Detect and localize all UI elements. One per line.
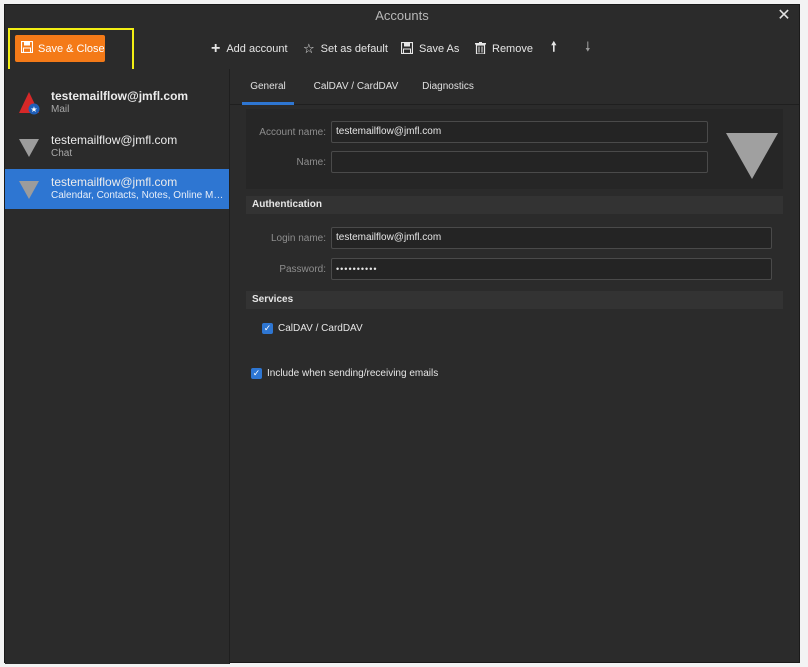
svg-text:★: ★ bbox=[30, 105, 37, 114]
tab-caldav-carddav[interactable]: CalDAV / CardDAV bbox=[306, 69, 406, 104]
move-down-button[interactable]: 🠗 bbox=[585, 39, 591, 59]
plus-icon: + bbox=[211, 40, 221, 57]
save-as-label: Save As bbox=[419, 43, 460, 55]
accounts-window: Accounts ✕ Save & Close + Add account ☆ … bbox=[4, 4, 800, 664]
account-name-field[interactable]: testemailflow@jmfl.com bbox=[331, 121, 708, 143]
save-close-button[interactable]: Save & Close bbox=[15, 35, 105, 62]
include-sending-row[interactable]: ✓ Include when sending/receiving emails bbox=[251, 368, 438, 379]
tab-diagnostics[interactable]: Diagnostics bbox=[418, 69, 478, 104]
remove-button[interactable]: Remove bbox=[475, 39, 533, 59]
trash-icon bbox=[475, 41, 486, 57]
account-name-label: Account name: bbox=[259, 127, 326, 138]
password-field[interactable]: •••••••••• bbox=[331, 258, 772, 280]
tab-bar: General CalDAV / CardDAV Diagnostics bbox=[230, 69, 799, 105]
set-default-label: Set as default bbox=[320, 43, 388, 55]
save-icon bbox=[400, 41, 414, 57]
account-item-mail[interactable]: ★ testemailflow@jmfl.com Mail bbox=[5, 83, 229, 123]
account-list: ★ testemailflow@jmfl.com Mail testemailf… bbox=[5, 69, 230, 664]
caldav-checkbox[interactable]: ✓ bbox=[262, 323, 273, 334]
add-account-label: Add account bbox=[226, 43, 288, 55]
name-field[interactable] bbox=[331, 151, 708, 173]
account-item-calendar[interactable]: testemailflow@jmfl.com Calendar, Contact… bbox=[5, 169, 229, 209]
include-sending-label: Include when sending/receiving emails bbox=[267, 368, 439, 379]
account-avatar-icon[interactable] bbox=[726, 133, 778, 181]
chat-account-icon bbox=[19, 139, 39, 157]
caldav-checkbox-label: CalDAV / CardDAV bbox=[278, 323, 363, 334]
window-title: Accounts bbox=[375, 8, 429, 23]
save-icon bbox=[20, 40, 34, 56]
remove-label: Remove bbox=[492, 43, 533, 55]
account-email: testemailflow@jmfl.com bbox=[51, 175, 178, 189]
save-as-button[interactable]: Save As bbox=[400, 39, 460, 59]
add-account-button[interactable]: + Add account bbox=[211, 39, 288, 59]
account-details: General CalDAV / CardDAV Diagnostics Acc… bbox=[230, 69, 799, 664]
account-email: testemailflow@jmfl.com bbox=[51, 89, 189, 103]
caldav-checkbox-row[interactable]: ✓ CalDAV / CardDAV bbox=[262, 323, 363, 334]
save-close-label: Save & Close bbox=[38, 42, 105, 55]
login-name-field[interactable]: testemailflow@jmfl.com bbox=[331, 227, 772, 249]
account-type: Chat bbox=[51, 148, 73, 159]
set-default-button[interactable]: ☆ Set as default bbox=[303, 39, 388, 59]
include-sending-checkbox[interactable]: ✓ bbox=[251, 368, 262, 379]
close-icon[interactable]: ✕ bbox=[775, 5, 793, 27]
tab-general[interactable]: General bbox=[242, 69, 294, 105]
move-up-button[interactable]: 🠕 bbox=[551, 39, 557, 59]
arrow-up-icon: 🠕 bbox=[551, 39, 557, 54]
authentication-header: Authentication bbox=[246, 196, 783, 214]
title-bar: Accounts bbox=[5, 5, 799, 27]
star-icon: ☆ bbox=[303, 41, 315, 56]
arrow-down-icon: 🠗 bbox=[585, 39, 591, 54]
services-header: Services bbox=[246, 291, 783, 309]
account-item-chat[interactable]: testemailflow@jmfl.com Chat bbox=[5, 127, 229, 167]
name-label: Name: bbox=[296, 157, 326, 168]
calendar-account-icon bbox=[19, 181, 39, 199]
account-type: Calendar, Contacts, Notes, Online Meeti.… bbox=[51, 190, 226, 201]
login-name-label: Login name: bbox=[270, 233, 326, 244]
password-label: Password: bbox=[279, 264, 326, 275]
account-email: testemailflow@jmfl.com bbox=[51, 133, 178, 147]
account-type: Mail bbox=[51, 104, 70, 115]
toolbar: Save & Close + Add account ☆ Set as defa… bbox=[5, 27, 799, 72]
mail-account-icon: ★ bbox=[19, 92, 40, 115]
